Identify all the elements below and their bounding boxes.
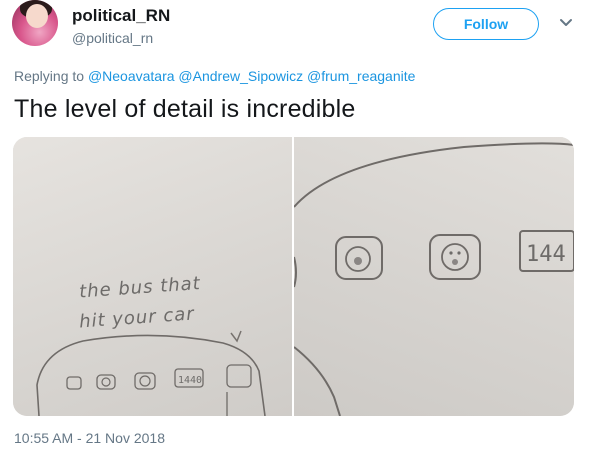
follow-button[interactable]: Follow [433, 8, 539, 40]
passenger-face [101, 377, 111, 387]
reply-context: Replying to @Neoavatara @Andrew_Sipowicz… [14, 68, 415, 84]
bus-roof-line [294, 142, 574, 208]
bus-outline [36, 334, 266, 416]
bus-plate-text: 144 [526, 242, 566, 267]
author-avatar[interactable] [12, 0, 58, 46]
passenger-face [441, 243, 469, 271]
mention-link[interactable]: @frum_reaganite [307, 68, 415, 84]
bus-window [134, 372, 156, 390]
reply-prefix: Replying to [14, 68, 85, 84]
passenger-mouth [354, 257, 362, 265]
photo-bus-drawing[interactable]: the bus that hit your car 1440 [13, 137, 292, 416]
passenger-eye [457, 251, 461, 255]
bus-window [96, 374, 116, 390]
passenger-eye [449, 251, 453, 255]
author-name[interactable]: political_RN [72, 6, 170, 26]
tweet-card: political_RN @political_rn Follow Replyi… [0, 0, 594, 455]
bus-edge-line [294, 256, 297, 288]
chevron-down-icon[interactable] [557, 14, 575, 32]
bus-closeup-drawing: 144 [294, 142, 574, 416]
drawing-caption-line1: the bus that [78, 273, 201, 302]
photo-bus-closeup[interactable]: 144 [294, 137, 574, 416]
bus-front-line [294, 346, 341, 416]
tweet-text: The level of detail is incredible [14, 95, 356, 123]
mention-link[interactable]: @Andrew_Sipowicz [178, 68, 303, 84]
bus-door [226, 364, 252, 388]
bus-plate-text: 1440 [178, 375, 202, 386]
passenger-mouth [452, 259, 458, 265]
bus-window [429, 234, 481, 280]
mention-link[interactable]: @Neoavatara [88, 68, 175, 84]
media-grid[interactable]: the bus that hit your car 1440 144 [13, 137, 574, 416]
drawing-caption-line2: hit your car [78, 303, 195, 332]
avatar-face [26, 4, 48, 28]
arrow-sketch [230, 330, 242, 343]
author-handle[interactable]: @political_rn [72, 30, 153, 46]
bus-drawing: the bus that hit your car 1440 [36, 273, 266, 416]
bus-window [66, 376, 82, 390]
passenger-face [139, 375, 151, 387]
tweet-timestamp[interactable]: 10:55 AM - 21 Nov 2018 [14, 430, 165, 446]
